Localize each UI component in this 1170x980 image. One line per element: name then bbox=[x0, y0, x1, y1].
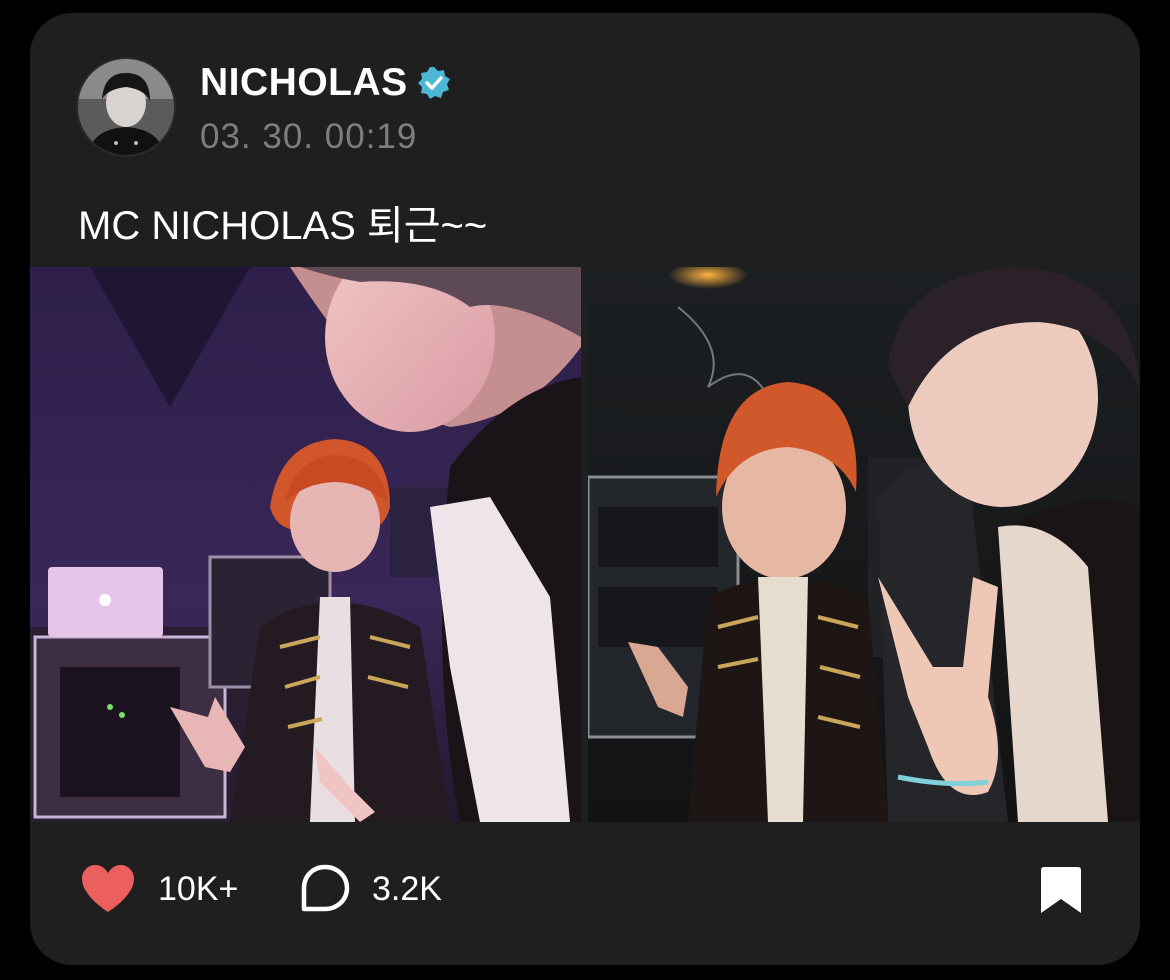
post-timestamp: 03. 30. 00:19 bbox=[200, 117, 418, 156]
post-actions: 10K+ 3.2K bbox=[30, 859, 1140, 919]
post-photo-right[interactable] bbox=[588, 267, 1140, 822]
author-row: NICHOLAS bbox=[200, 61, 452, 105]
heart-icon bbox=[82, 865, 134, 912]
avatar[interactable] bbox=[78, 59, 174, 155]
like-button[interactable]: 10K+ bbox=[80, 863, 238, 915]
bookmark-icon bbox=[1041, 867, 1081, 913]
post-photo-left[interactable] bbox=[30, 267, 581, 822]
like-count: 10K+ bbox=[158, 869, 239, 908]
comment-button[interactable]: 3.2K bbox=[300, 863, 442, 915]
verified-badge-icon bbox=[416, 65, 452, 101]
username[interactable]: NICHOLAS bbox=[200, 61, 408, 105]
comment-bubble-icon bbox=[301, 864, 350, 912]
bookmark-button[interactable] bbox=[1038, 865, 1084, 915]
post-text: MC NICHOLAS 퇴근~~ bbox=[78, 204, 488, 248]
comment-count: 3.2K bbox=[372, 869, 442, 908]
post-card: NICHOLAS 03. 30. 00:19 MC NICHOLAS 퇴근~~ bbox=[30, 13, 1140, 965]
